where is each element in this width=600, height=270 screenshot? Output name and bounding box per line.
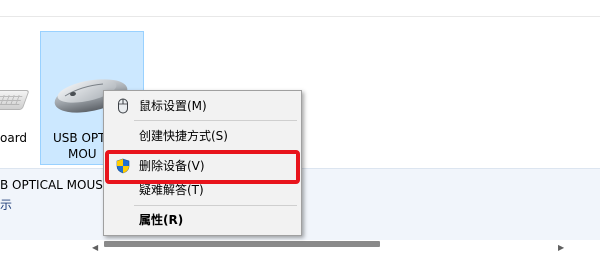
- menu-item-properties[interactable]: 属性(R): [104, 208, 301, 232]
- menu-item-label: 鼠标设置(M): [139, 99, 207, 113]
- menu-item-mouse-settings[interactable]: 鼠标设置(M): [104, 94, 301, 118]
- horizontal-scrollbar[interactable]: ◀ ▶: [0, 240, 600, 270]
- menu-separator: [134, 120, 297, 121]
- scroll-right-arrow-icon[interactable]: ▶: [558, 243, 564, 252]
- top-divider: [0, 16, 600, 17]
- menu-separator: [134, 205, 297, 206]
- menu-item-label: 创建快捷方式(S): [139, 129, 228, 143]
- devices-window: oard USB OPT MOU B OPTICAL MOUS 示 ◀ ▶ 鼠标…: [0, 0, 600, 270]
- scroll-left-arrow-icon[interactable]: ◀: [92, 243, 98, 252]
- menu-item-label: 属性(R): [139, 213, 184, 227]
- device-keyboard[interactable]: oard: [0, 60, 36, 160]
- details-device-name: B OPTICAL MOUS: [0, 178, 103, 192]
- highlight-box: [105, 150, 300, 184]
- menu-item-create-shortcut[interactable]: 创建快捷方式(S): [104, 124, 301, 148]
- device-mouse-label-line1: USB OPT: [53, 131, 106, 145]
- details-status: 示: [0, 198, 13, 212]
- mouse-icon: [118, 98, 128, 114]
- device-mouse-label-line2: MOU: [68, 147, 97, 161]
- scrollbar-thumb[interactable]: [104, 241, 380, 247]
- keyboard-icon: [0, 90, 30, 110]
- device-keyboard-label: oard: [0, 131, 28, 145]
